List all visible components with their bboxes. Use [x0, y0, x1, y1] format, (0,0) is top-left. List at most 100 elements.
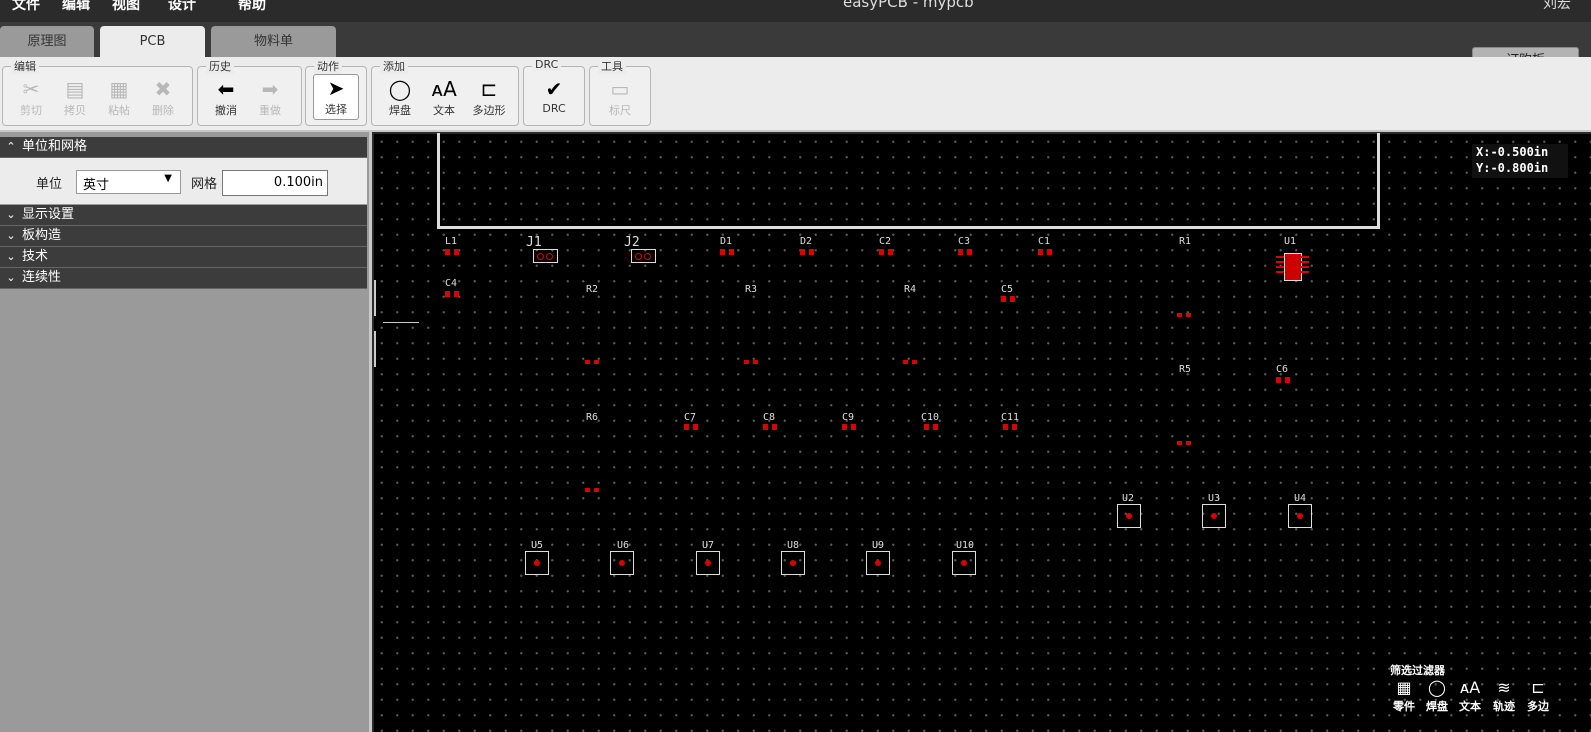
footprint-R2[interactable] — [585, 360, 599, 364]
ref-C8: C8 — [763, 412, 776, 423]
filter-polygons[interactable]: ⊏ 多边 — [1522, 678, 1554, 714]
ref-R5: R5 — [1179, 364, 1192, 375]
footprint-C4[interactable] — [445, 291, 459, 297]
delete-button[interactable]: ✖ 删除 — [141, 76, 185, 120]
menu-file[interactable]: 文件 — [12, 0, 40, 14]
unit-select[interactable]: 英寸 ▼ — [76, 170, 181, 194]
ref-C2: C2 — [879, 236, 892, 247]
pad-button[interactable]: ◯ 焊盘 — [378, 76, 422, 120]
chevron-down-icon: ⌄ — [6, 208, 16, 221]
footprint-C7[interactable] — [684, 424, 698, 430]
toolbar: 编辑 ✂ 剪切 ▤ 拷贝 ▦ 粘帖 ✖ 删除 历史 ⬅ 撤消 ➡ 重做 动作 ➤ 选择 添加 … — [0, 57, 1591, 132]
menu-design[interactable]: 设计 — [168, 0, 196, 14]
ref-U4: U4 — [1294, 493, 1307, 504]
footprint-R3[interactable] — [744, 360, 758, 364]
unit-label: 单位 — [36, 177, 63, 192]
footprint-U1[interactable] — [1284, 253, 1302, 281]
footprint-J1[interactable] — [533, 249, 558, 263]
filter-pads[interactable]: ◯ 焊盘 — [1421, 678, 1453, 714]
footprint-L1[interactable] — [445, 249, 459, 255]
app-title: easyPCB - mypcb — [843, 0, 974, 11]
delete-icon: ✖ — [154, 77, 172, 101]
arrow-left-icon: ⬅ — [217, 77, 235, 101]
footprint-J2[interactable] — [631, 249, 656, 263]
ref-U10: U10 — [956, 540, 975, 551]
filter-text[interactable]: ᴀA 文本 — [1454, 678, 1486, 714]
polygon-button[interactable]: ⊏ 多边形 — [467, 76, 511, 120]
text-button[interactable]: ᴀA 文本 — [422, 76, 466, 120]
ref-C11: C11 — [1001, 412, 1020, 423]
filter-tracks[interactable]: ≋ 轨迹 — [1488, 678, 1520, 714]
filter-parts[interactable]: ▦ 零件 — [1388, 678, 1420, 714]
footprint-C5[interactable] — [1001, 296, 1015, 302]
history-group: 历史 ⬅ 撤消 ➡ 重做 — [197, 58, 302, 126]
paste-button[interactable]: ▦ 粘帖 — [97, 76, 141, 120]
ref-J2: J2 — [624, 235, 640, 250]
footprint-U6[interactable] — [610, 551, 634, 575]
menu-edit[interactable]: 编辑 — [62, 0, 90, 14]
footprint-D1[interactable] — [720, 249, 734, 255]
section-board-construction[interactable]: ⌄ 板构造 — [0, 226, 367, 247]
ref-U5: U5 — [531, 540, 544, 551]
footprint-C11[interactable] — [1003, 424, 1017, 430]
coordinate-readout: X:-0.500in Y:-0.800in — [1472, 144, 1568, 178]
ref-R1: R1 — [1179, 236, 1192, 247]
footprint-U5[interactable] — [525, 551, 549, 575]
tools-group-label: 工具 — [598, 58, 626, 74]
footprint-U2[interactable] — [1117, 504, 1141, 528]
ruler-button[interactable]: ▭ 标尺 — [598, 76, 642, 120]
user-name[interactable]: 刘宏 — [1543, 0, 1571, 13]
ref-R6: R6 — [586, 412, 599, 423]
ref-C3: C3 — [958, 236, 971, 247]
tools-group: 工具 ▭ 标尺 — [589, 58, 651, 126]
copy-button[interactable]: ▤ 拷贝 — [53, 76, 97, 120]
cursor-icon: ➤ — [327, 76, 345, 100]
footprint-R5[interactable] — [1177, 441, 1191, 445]
footprint-C10[interactable] — [924, 424, 938, 430]
footprint-C1[interactable] — [1038, 249, 1052, 255]
footprint-R6[interactable] — [585, 488, 599, 492]
footprint-C6[interactable] — [1276, 377, 1290, 383]
properties-panel: ⌃ 单位和网格 ⌄ 显示设置 ⌄ 板构造 ⌄ 技术 ⌄ 连续性 — [0, 132, 372, 732]
footprint-U10[interactable] — [952, 551, 976, 575]
tab-schematic[interactable]: 原理图 — [0, 26, 94, 57]
section-display-settings[interactable]: ⌄ 显示设置 — [0, 205, 367, 226]
grid-input[interactable]: 0.100in — [222, 170, 328, 196]
tab-bar: 原理图 PCB 物料单 订购板 — [0, 22, 1591, 75]
scroll-mark — [374, 331, 376, 367]
footprint-U7[interactable] — [696, 551, 720, 575]
section-technology[interactable]: ⌄ 技术 — [0, 247, 367, 268]
ref-R2: R2 — [586, 284, 599, 295]
add-group: 添加 ◯ 焊盘 ᴀA 文本 ⊏ 多边形 — [371, 58, 519, 126]
footprint-D2[interactable] — [800, 249, 814, 255]
menu-help[interactable]: 帮助 — [238, 0, 266, 14]
board-outline — [437, 133, 1380, 229]
footprint-U4[interactable] — [1288, 504, 1312, 528]
ref-R3: R3 — [745, 284, 758, 295]
footprint-C2[interactable] — [879, 249, 893, 255]
undo-button[interactable]: ⬅ 撤消 — [204, 76, 248, 120]
redo-button[interactable]: ➡ 重做 — [248, 76, 292, 120]
section-units-grid[interactable]: ⌃ 单位和网格 — [0, 137, 367, 158]
footprint-C9[interactable] — [842, 424, 856, 430]
footprint-U8[interactable] — [781, 551, 805, 575]
footprint-U9[interactable] — [866, 551, 890, 575]
footprint-R4[interactable] — [903, 360, 917, 364]
copy-icon: ▤ — [65, 77, 85, 101]
footprint-U3[interactable] — [1202, 504, 1226, 528]
chevron-down-icon: ⌄ — [6, 271, 16, 284]
action-group-label: 动作 — [314, 58, 342, 74]
ref-U2: U2 — [1122, 493, 1135, 504]
footprint-C3[interactable] — [958, 249, 972, 255]
tab-bom[interactable]: 物料单 — [211, 26, 336, 57]
menu-view[interactable]: 视图 — [112, 0, 140, 14]
section-connectivity[interactable]: ⌄ 连续性 — [0, 268, 367, 289]
select-button[interactable]: ➤ 选择 — [313, 74, 359, 120]
u1-pins-left — [1276, 256, 1284, 274]
drc-button[interactable]: ✔ DRC — [532, 76, 576, 120]
footprint-C8[interactable] — [763, 424, 777, 430]
cut-button[interactable]: ✂ 剪切 — [9, 76, 53, 120]
tab-pcb[interactable]: PCB — [100, 26, 205, 57]
footprint-R1[interactable] — [1177, 313, 1191, 317]
units-grid-content: 单位 英寸 ▼ 网格 0.100in — [0, 158, 367, 204]
